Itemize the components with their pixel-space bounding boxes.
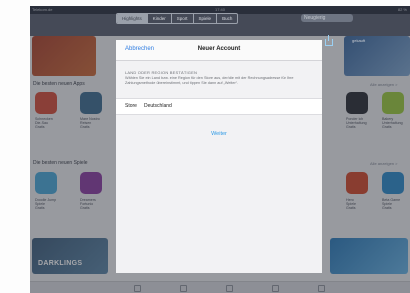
next-button[interactable]: Weiter xyxy=(116,131,322,137)
dialog-header: Abbrechen Neuer Account xyxy=(116,40,322,61)
store-label: Store xyxy=(125,103,137,109)
header-right-text: gekauft xyxy=(352,38,366,43)
segment-item[interactable]: Highlights xyxy=(117,14,147,23)
section-title: LAND ODER REGION BESTÄTIGEN xyxy=(125,70,198,75)
segment-item[interactable]: Kinder xyxy=(146,14,171,23)
section-description: Wählen Sie ein Land bzw. eine Region für… xyxy=(125,76,294,85)
category-segmented-control: Highlights Kinder Sport Spiele Buch xyxy=(116,13,239,24)
store-row[interactable]: Store Deutschland xyxy=(116,98,322,115)
share-icon[interactable] xyxy=(325,35,333,46)
dialog-title: Neuer Account xyxy=(197,46,241,52)
segment-item[interactable]: Spiele xyxy=(192,14,217,23)
new-account-dialog: Abbrechen Neuer Account LAND ODER REGION… xyxy=(116,40,322,273)
search-input[interactable]: Neugierig xyxy=(301,14,353,22)
segment-item[interactable]: Buch xyxy=(216,14,237,23)
segment-item[interactable]: Sport xyxy=(170,14,193,23)
store-value[interactable]: Deutschland xyxy=(144,103,172,109)
screen: Telekom.de 17:40 82 % Die besten neuen A… xyxy=(0,0,410,293)
